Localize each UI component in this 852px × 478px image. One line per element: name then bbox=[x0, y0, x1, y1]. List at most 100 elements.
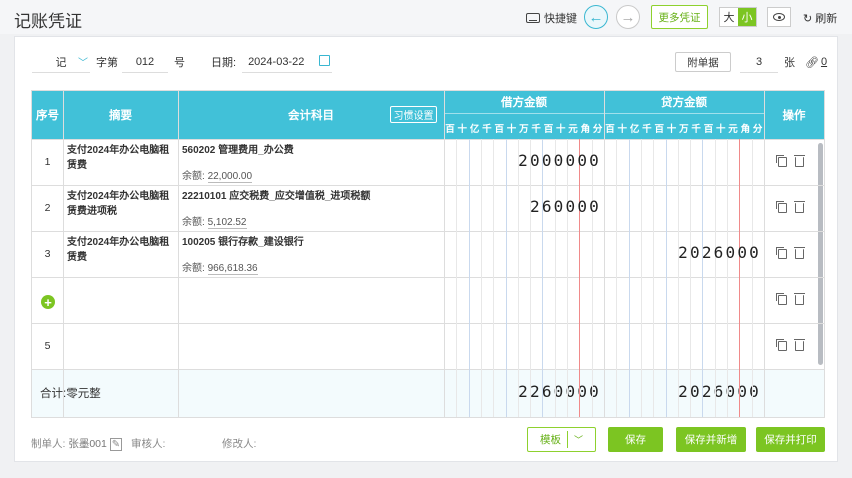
col-debit: 借方金额 bbox=[501, 97, 547, 109]
row-seq: 5 bbox=[44, 340, 51, 352]
total-row: 合计:零元整 2260000 2026000 bbox=[32, 369, 824, 417]
word-select[interactable]: 记 ﹀ bbox=[32, 51, 90, 73]
balance-value: 22,000.00 bbox=[207, 171, 253, 183]
balance-value: 966,618.36 bbox=[207, 263, 258, 275]
calendar-icon bbox=[319, 55, 331, 66]
arrow-right-icon: → bbox=[620, 8, 636, 26]
refresh-button[interactable]: ↻ 刷新 bbox=[803, 10, 837, 26]
credit-digit-header: 元 bbox=[728, 124, 738, 135]
maker-value: 张墨001 bbox=[68, 438, 107, 450]
add-row-icon[interactable]: + bbox=[41, 295, 55, 309]
total-label-group: 合计:零元整 bbox=[40, 385, 101, 401]
credit-digit-header: 十 bbox=[617, 124, 628, 135]
credit-digit-header: 亿 bbox=[629, 124, 640, 135]
debit-digit-header: 十 bbox=[556, 124, 566, 135]
keyboard-icon bbox=[526, 13, 540, 23]
preview-button[interactable] bbox=[767, 7, 791, 27]
row-actions bbox=[776, 247, 805, 259]
row-debit-amount[interactable]: 2000000 bbox=[444, 151, 601, 170]
debit-digit-header: 百 bbox=[445, 124, 455, 135]
link-icon[interactable]: 🔗︎ bbox=[805, 56, 819, 69]
row-actions bbox=[776, 201, 805, 213]
row-credit-amount[interactable]: 2026000 bbox=[604, 243, 761, 262]
row-actions bbox=[776, 339, 805, 351]
credit-digit-header: 角 bbox=[740, 124, 751, 135]
row-summary[interactable]: 支付2024年办公电脑租赁费进项税 bbox=[67, 189, 175, 219]
credit-digit-header: 万 bbox=[679, 124, 689, 135]
next-voucher-button[interactable]: → bbox=[616, 5, 640, 29]
row-account[interactable]: 560202 管理费用_办公费 bbox=[182, 141, 294, 156]
save-button[interactable]: 保存 bbox=[608, 427, 663, 452]
table-row: 3 支付2024年办公电脑租赁费 100205 银行存款_建设银行 余额: 966,6… bbox=[32, 231, 824, 277]
debit-digit-header: 元 bbox=[568, 124, 578, 135]
shortcut-label: 快捷键 bbox=[544, 13, 577, 25]
row-summary[interactable]: 支付2024年办公电脑租赁费 bbox=[67, 235, 175, 265]
debit-digit-header: 千 bbox=[482, 124, 492, 135]
size-small-option[interactable]: 小 bbox=[738, 8, 756, 26]
row-seq: 1 bbox=[44, 156, 51, 168]
chevron-down-icon: ﹀ bbox=[573, 435, 583, 445]
total-amount-words: 零元整 bbox=[66, 388, 101, 400]
row-account[interactable]: 22210101 应交税费_应交增值税_进项税额 bbox=[182, 187, 370, 202]
debit-digit-header: 百 bbox=[543, 124, 554, 135]
eye-icon bbox=[773, 13, 785, 21]
trash-icon[interactable] bbox=[794, 293, 805, 305]
maker-field: 制单人: 张墨001 ✎ bbox=[31, 436, 123, 451]
copy-icon[interactable] bbox=[776, 201, 787, 213]
row-account[interactable]: 100205 银行存款_建设银行 bbox=[182, 233, 304, 248]
copy-icon[interactable] bbox=[776, 339, 787, 351]
date-value: 2024-03-22 bbox=[248, 55, 305, 68]
habit-settings-button[interactable]: 习惯设置 bbox=[390, 106, 437, 123]
template-label: 模板 bbox=[539, 434, 561, 446]
maker-label: 制单人: bbox=[31, 438, 66, 450]
refresh-icon: ↻ bbox=[803, 12, 813, 25]
row-balance: 余额: 22,000.00 bbox=[182, 167, 253, 183]
link-count[interactable]: 0 bbox=[821, 56, 827, 68]
edit-icon[interactable]: ✎ bbox=[109, 438, 123, 451]
credit-digit-header: 十 bbox=[716, 124, 726, 135]
previous-voucher-button[interactable]: ← bbox=[584, 5, 608, 29]
row-actions bbox=[776, 293, 805, 305]
size-large-option[interactable]: 大 bbox=[720, 8, 738, 26]
number-input[interactable]: 012 bbox=[122, 51, 168, 73]
balance-label: 余额: bbox=[182, 217, 208, 228]
trash-icon[interactable] bbox=[794, 247, 805, 259]
trash-icon[interactable] bbox=[794, 339, 805, 351]
col-seq: 序号 bbox=[36, 110, 59, 122]
template-dropdown[interactable]: 模板 ﹀ bbox=[527, 427, 596, 452]
arrow-left-icon: ← bbox=[588, 8, 604, 26]
row-seq: 2 bbox=[44, 202, 51, 214]
attach-count-input[interactable]: 3 bbox=[740, 51, 778, 73]
shortcut-button[interactable]: 快捷键 bbox=[526, 10, 577, 26]
total-credit-amount: 2026000 bbox=[678, 382, 761, 401]
more-voucher-button[interactable]: 更多凭证 bbox=[651, 5, 708, 29]
col-credit: 贷方金额 bbox=[661, 97, 707, 109]
row-debit-amount[interactable]: 260000 bbox=[444, 197, 601, 216]
row-summary[interactable]: 支付2024年办公电脑租赁费 bbox=[67, 143, 175, 173]
word-value: 记 bbox=[55, 56, 67, 69]
credit-digit-header: 分 bbox=[752, 124, 763, 135]
attach-document-button[interactable]: 附单据 bbox=[675, 52, 731, 72]
save-and-new-button[interactable]: 保存并新增 bbox=[676, 427, 746, 452]
credit-digit-header: 十 bbox=[666, 124, 677, 135]
trash-icon[interactable] bbox=[794, 155, 805, 167]
refresh-label: 刷新 bbox=[815, 13, 838, 25]
word-label: 字第 bbox=[96, 57, 118, 69]
col-summary: 摘要 bbox=[109, 110, 132, 122]
table-row: 1 支付2024年办公电脑租赁费 560202 管理费用_办公费 余额: 22,000… bbox=[32, 139, 824, 185]
copy-icon[interactable] bbox=[776, 155, 787, 167]
size-toggle: 大 小 bbox=[719, 7, 757, 27]
table-row bbox=[32, 277, 824, 323]
attach-count-group: 3 张 🔗︎ 0 bbox=[740, 50, 827, 74]
credit-digit-header: 千 bbox=[642, 124, 652, 135]
col-action: 操作 bbox=[782, 110, 806, 122]
copy-icon[interactable] bbox=[776, 293, 787, 305]
trash-icon[interactable] bbox=[794, 201, 805, 213]
debit-digit-header: 十 bbox=[457, 124, 468, 135]
copy-icon[interactable] bbox=[776, 247, 787, 259]
row-seq: 3 bbox=[44, 248, 51, 260]
date-field[interactable]: 2024-03-22 bbox=[242, 51, 333, 73]
debit-digit-header: 角 bbox=[580, 124, 591, 135]
save-and-print-button[interactable]: 保存并打印 bbox=[756, 427, 825, 452]
credit-digit-header: 百 bbox=[605, 124, 615, 135]
